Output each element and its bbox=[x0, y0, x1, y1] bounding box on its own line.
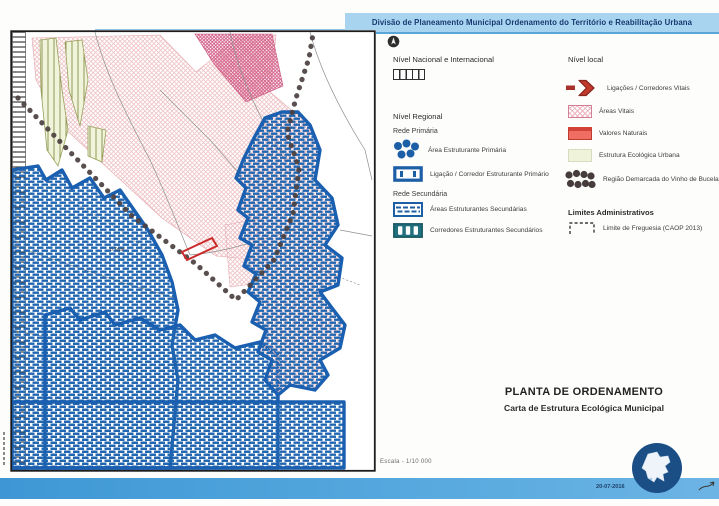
legend-label: Região Demarcada do Vinho de Bucelas bbox=[603, 176, 719, 183]
areas-vitais-swatch bbox=[568, 105, 592, 118]
legend-item: Limite de Freguesia (CAOP 2013) bbox=[568, 220, 702, 236]
legend-item: Corredores Estruturantes Secundários bbox=[393, 223, 543, 238]
ligacao-corredor-estruturante-primario-icon bbox=[393, 166, 423, 182]
legend-heading-national: Nível Nacional e Internacional bbox=[393, 55, 494, 64]
legend-label: Área Estruturante Primária bbox=[428, 147, 506, 154]
title-block: PLANTA DE ORDENAMENTO Carta de Estrutura… bbox=[458, 386, 710, 413]
legend-label: Áreas Estruturantes Secundárias bbox=[430, 206, 527, 213]
municipal-logo bbox=[630, 441, 684, 495]
map-place-label: o Tojal bbox=[110, 247, 124, 253]
valores-naturais-swatch bbox=[568, 127, 592, 140]
footer-band: 20-07-2016 bbox=[0, 478, 719, 499]
legend-item: Ligações / Corredores Vitais bbox=[566, 78, 690, 98]
national-international-icon bbox=[393, 69, 425, 80]
legend-subheading-rede-primaria: Rede Primária bbox=[393, 128, 438, 135]
scan-artifact-left-edge bbox=[3, 432, 5, 466]
legend-item: Área Estruturante Primária bbox=[393, 139, 506, 161]
legend-item: Estrutura Ecológica Urbana bbox=[568, 149, 680, 162]
regiao-demarcada-vinho-bucelas-icon bbox=[564, 168, 596, 190]
legend-item: Áreas Vitais bbox=[568, 105, 634, 118]
sheet-subtitle: Carta de Estrutura Ecológica Municipal bbox=[458, 403, 710, 413]
legend-item: Áreas Estruturantes Secundárias bbox=[393, 202, 527, 217]
sheet-title: PLANTA DE ORDENAMENTO bbox=[458, 386, 710, 398]
legend-subheading-rede-secundaria: Rede Secundária bbox=[393, 191, 447, 198]
legend-label: Ligações / Corredores Vitais bbox=[607, 85, 690, 92]
scale-text: Escala - 1/10 000 bbox=[380, 459, 432, 465]
area-estruturante-primaria-icon bbox=[393, 139, 421, 161]
legend-label: Valores Naturais bbox=[599, 130, 647, 137]
legend-label: Áreas Vitais bbox=[599, 108, 634, 115]
map-canvas: o Tojal bbox=[10, 30, 376, 472]
north-arrow-icon bbox=[387, 35, 400, 48]
department-banner: Divisão de Planeamento Municipal Ordenam… bbox=[345, 13, 719, 34]
ligacoes-corredores-vitais-icon bbox=[566, 78, 600, 98]
estrutura-ecologica-urbana-swatch bbox=[568, 149, 592, 162]
legend-item: Região Demarcada do Vinho de Bucelas bbox=[564, 168, 719, 190]
scan-artifact-arrow bbox=[698, 476, 718, 500]
legend-label: Estrutura Ecológica Urbana bbox=[599, 152, 680, 159]
legend-label: Limite de Freguesia (CAOP 2013) bbox=[603, 225, 702, 232]
legend-item: Valores Naturais bbox=[568, 127, 647, 140]
legend-heading-regional: Nível Regional bbox=[393, 112, 442, 121]
legend-heading-local: Nível local bbox=[568, 55, 603, 64]
department-banner-title: Divisão de Planeamento Municipal Ordenam… bbox=[372, 18, 692, 27]
areas-estruturantes-secundarias-icon bbox=[393, 202, 423, 217]
limite-freguesia-icon bbox=[568, 220, 596, 236]
legend-item: Ligação / Corredor Estruturante Primário bbox=[393, 166, 549, 182]
legend-heading-admin: Limites Administrativos bbox=[568, 208, 654, 217]
corredores-estruturantes-secundarios-icon bbox=[393, 223, 423, 238]
legend-label: Corredores Estruturantes Secundários bbox=[430, 227, 543, 234]
footer-date: 20-07-2016 bbox=[596, 484, 625, 490]
legend-label: Ligação / Corredor Estruturante Primário bbox=[430, 171, 549, 178]
